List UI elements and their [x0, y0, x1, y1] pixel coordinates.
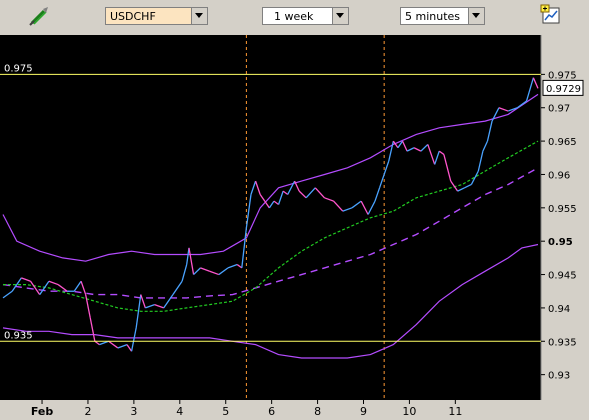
- symbol-value: USDCHF: [110, 10, 156, 23]
- y-tick-label: 0.945: [548, 271, 577, 282]
- x-tick-label: 11: [448, 405, 462, 418]
- reference-line-label: 0.935: [4, 330, 33, 341]
- current-price-tag: 0.9729: [542, 79, 584, 96]
- chevron-down-icon[interactable]: [191, 8, 207, 24]
- interval-value: 5 minutes: [405, 10, 461, 23]
- y-tick-label: 0.975: [548, 70, 577, 81]
- symbol-select[interactable]: USDCHF: [105, 7, 208, 25]
- plot-background: [0, 35, 541, 400]
- y-tick-label: 0.95: [548, 237, 573, 248]
- draw-tool-icon[interactable]: [26, 5, 52, 27]
- interval-select[interactable]: 5 minutes: [400, 7, 485, 25]
- y-tick-label: 0.94: [548, 304, 570, 315]
- price-tag-label: 0.9729: [546, 84, 581, 95]
- range-value: 1 week: [274, 10, 314, 23]
- toolbar: USDCHF 1 week 5 minutes: [0, 0, 589, 33]
- price-chart[interactable]: Feb 2 3 4 5 6 8 9 10 11 0.975 0.97 0.965 0.96 0.955 0.…: [0, 35, 589, 420]
- y-tick-label: 0.96: [548, 170, 570, 181]
- x-tick-label: 8: [314, 405, 321, 418]
- reference-line-label: 0.975: [4, 63, 33, 74]
- x-tick-label: 2: [84, 405, 91, 418]
- new-chart-icon[interactable]: [540, 4, 562, 26]
- x-tick-label: 4: [176, 405, 183, 418]
- chevron-down-icon[interactable]: [332, 8, 348, 24]
- x-tick-label: 9: [360, 405, 367, 418]
- chevron-down-icon[interactable]: [468, 8, 484, 24]
- y-tick-label: 0.935: [548, 337, 577, 348]
- y-tick-label: 0.93: [548, 371, 570, 382]
- x-tick-label: 10: [402, 405, 416, 418]
- x-tick-label: 5: [222, 405, 229, 418]
- y-tick-label: 0.97: [548, 104, 570, 115]
- y-tick-label: 0.965: [548, 137, 577, 148]
- range-select[interactable]: 1 week: [262, 7, 349, 25]
- y-tick-label: 0.955: [548, 204, 577, 215]
- x-tick-label: 6: [268, 405, 275, 418]
- x-tick-label: Feb: [31, 405, 54, 418]
- x-tick-label: 3: [130, 405, 137, 418]
